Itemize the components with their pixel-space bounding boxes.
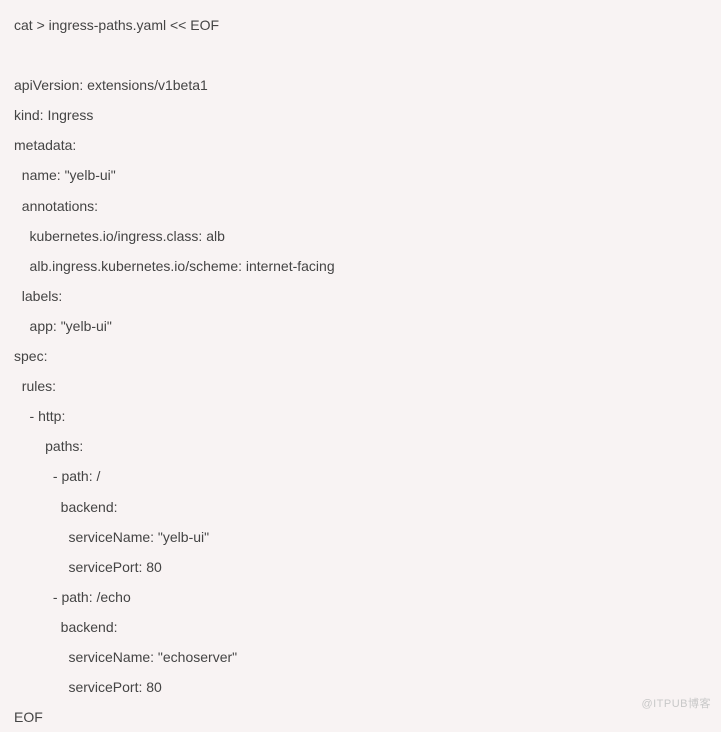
code-line: serviceName: "echoserver" xyxy=(14,642,707,672)
code-line: apiVersion: extensions/v1beta1 xyxy=(14,70,707,100)
code-block: cat > ingress-paths.yaml << EOF apiVersi… xyxy=(14,10,707,732)
code-line: backend: xyxy=(14,612,707,642)
code-line: EOF xyxy=(14,702,707,732)
code-line: name: "yelb-ui" xyxy=(14,160,707,190)
code-line: spec: xyxy=(14,341,707,371)
code-line: cat > ingress-paths.yaml << EOF xyxy=(14,10,707,40)
code-line: alb.ingress.kubernetes.io/scheme: intern… xyxy=(14,251,707,281)
code-line: kind: Ingress xyxy=(14,100,707,130)
code-line: kubernetes.io/ingress.class: alb xyxy=(14,221,707,251)
code-line xyxy=(14,40,707,70)
code-line: metadata: xyxy=(14,130,707,160)
code-line: paths: xyxy=(14,431,707,461)
code-line: backend: xyxy=(14,492,707,522)
code-line: - http: xyxy=(14,401,707,431)
code-line: labels: xyxy=(14,281,707,311)
code-line: - path: /echo xyxy=(14,582,707,612)
code-line: servicePort: 80 xyxy=(14,552,707,582)
code-line: rules: xyxy=(14,371,707,401)
code-line: servicePort: 80 xyxy=(14,672,707,702)
code-line: - path: / xyxy=(14,461,707,491)
code-line: serviceName: "yelb-ui" xyxy=(14,522,707,552)
watermark: @ITPUB博客 xyxy=(641,693,711,717)
code-line: app: "yelb-ui" xyxy=(14,311,707,341)
code-line: annotations: xyxy=(14,191,707,221)
